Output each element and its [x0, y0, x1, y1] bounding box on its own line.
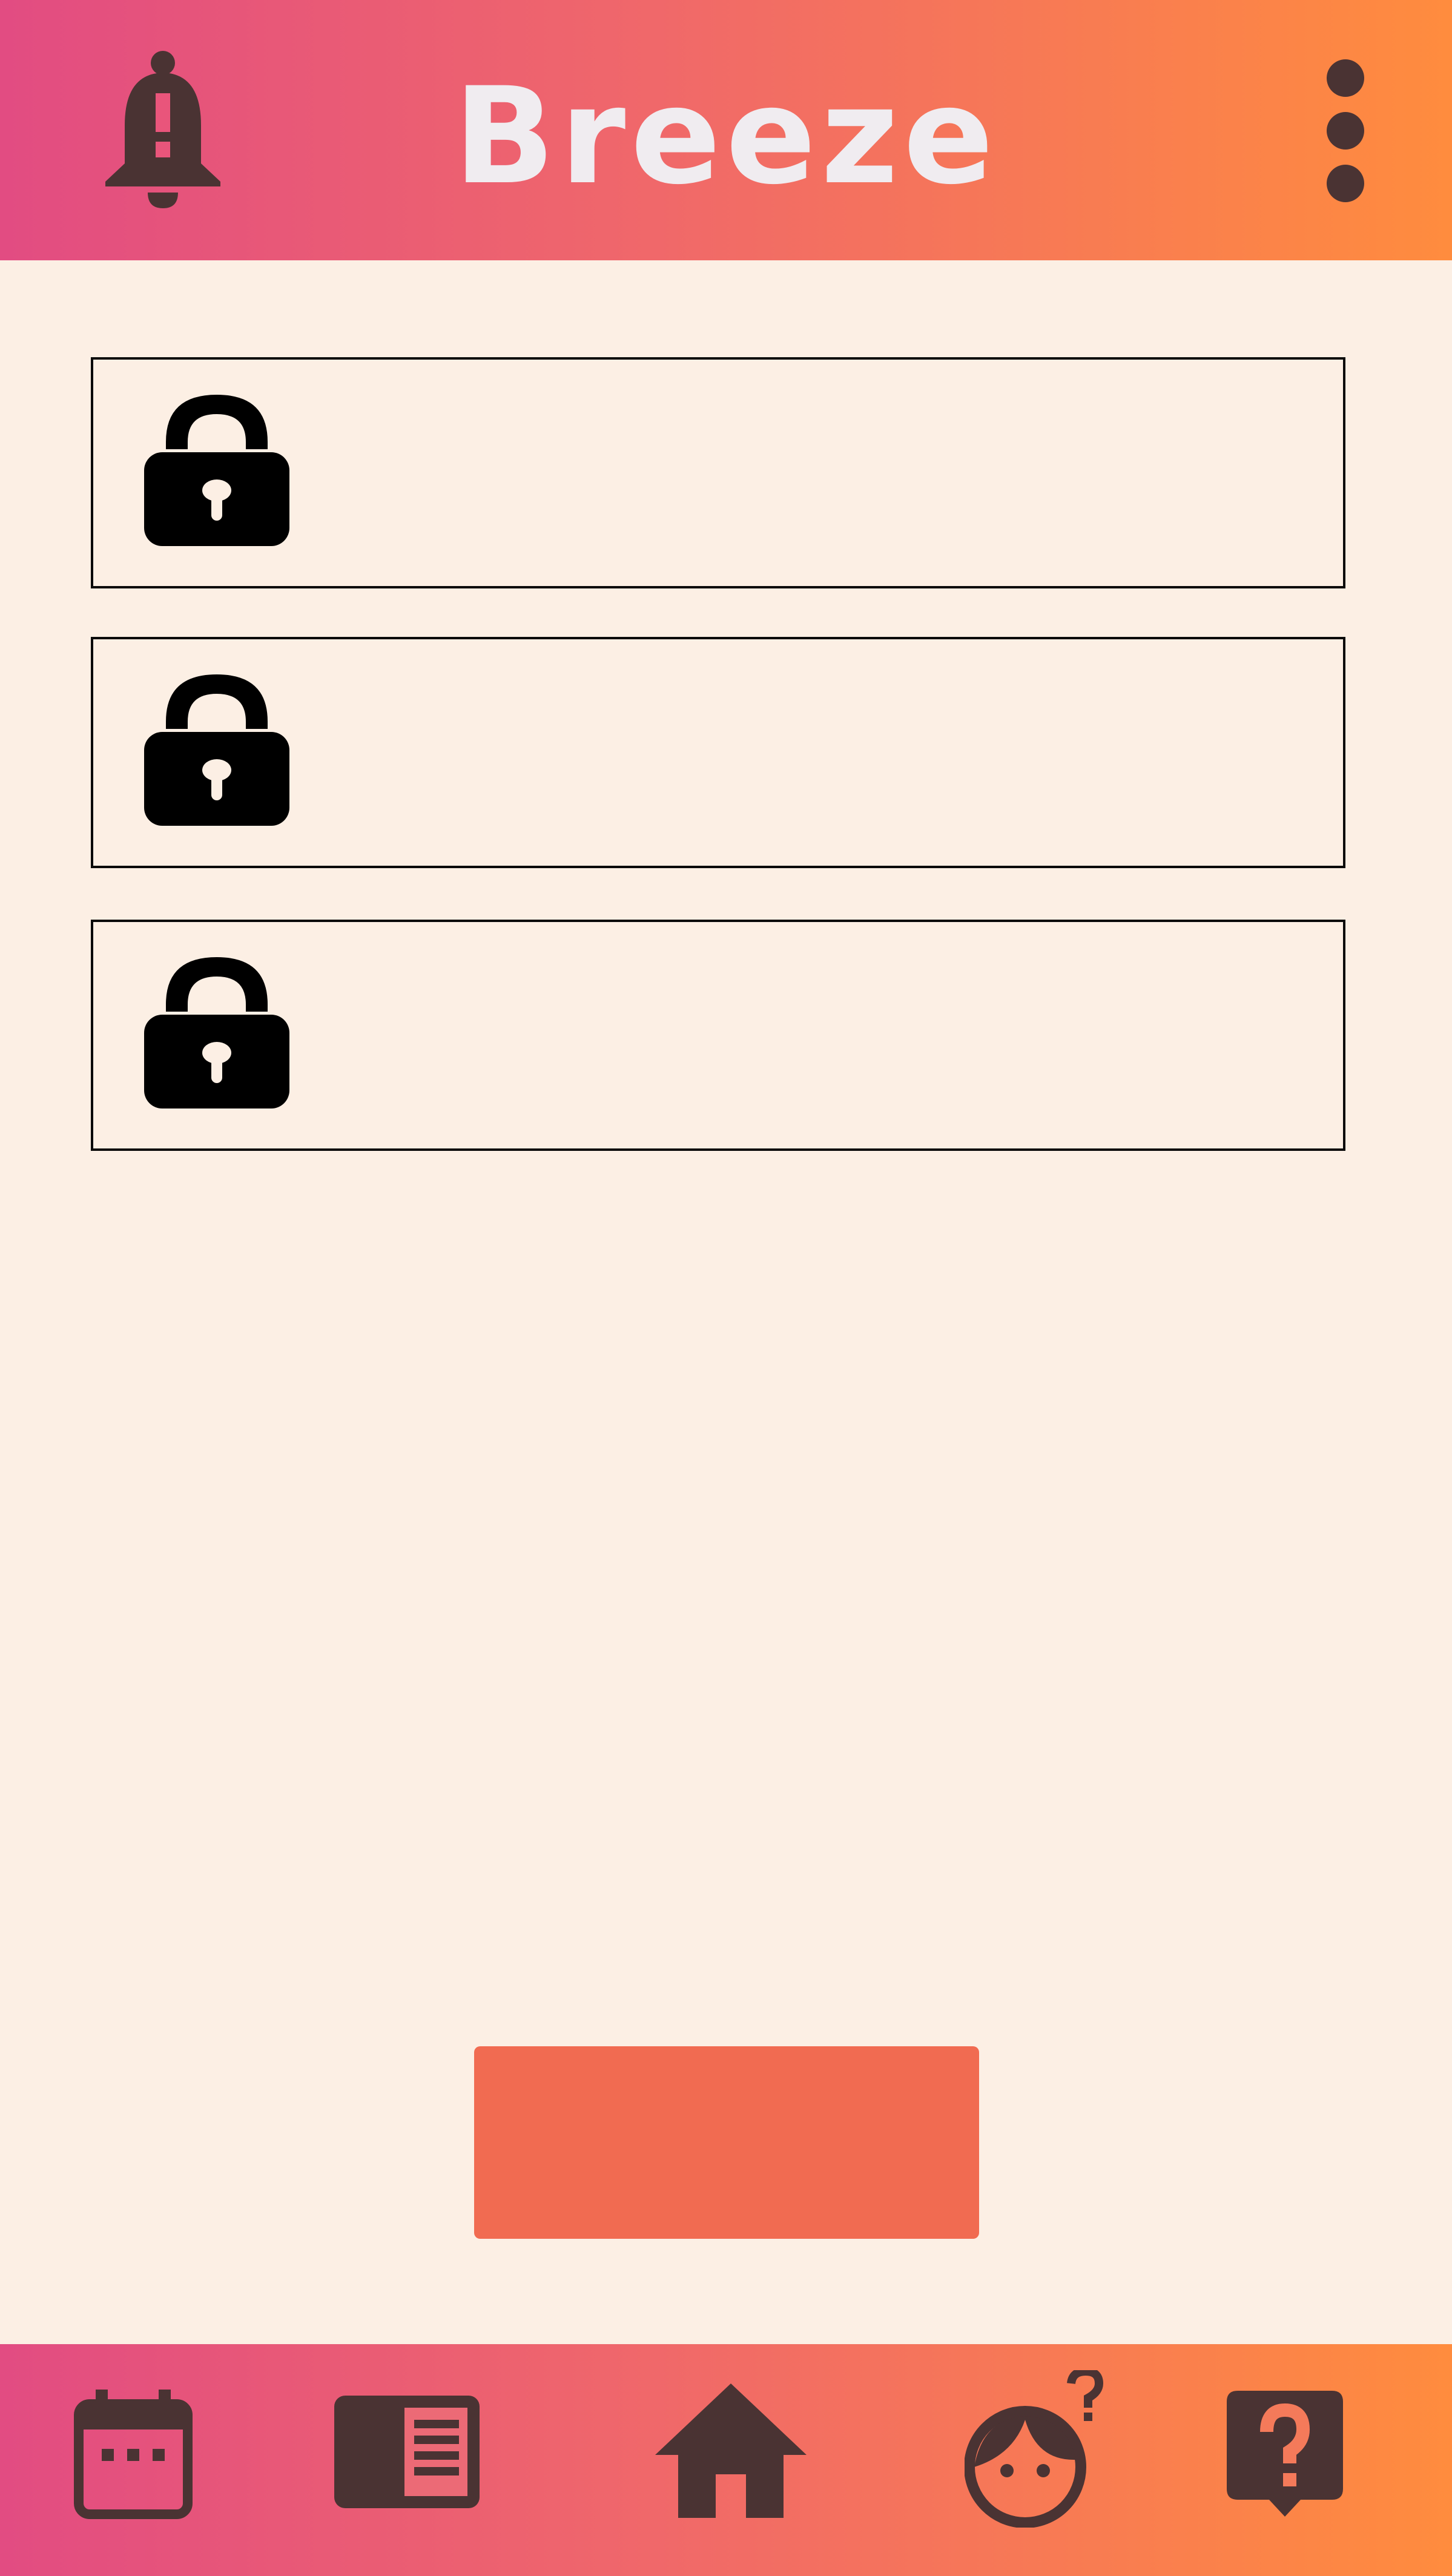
- overflow-menu-button[interactable]: [1324, 58, 1367, 203]
- nav-home[interactable]: [655, 2383, 807, 2518]
- lock-icon: [144, 395, 289, 546]
- nav-help[interactable]: [1227, 2391, 1343, 2522]
- nav-calendar[interactable]: [74, 2390, 193, 2519]
- top-app-bar: Breeze: [0, 0, 1452, 260]
- bottom-navigation-bar: [0, 2344, 1452, 2576]
- kebab-menu-icon: [1327, 59, 1364, 202]
- locked-item-card[interactable]: [91, 920, 1345, 1151]
- newspaper-icon: [334, 2396, 480, 2508]
- nav-profile-help[interactable]: [965, 2370, 1110, 2528]
- locked-item-card[interactable]: [91, 637, 1345, 868]
- calendar-icon: [74, 2390, 193, 2519]
- lock-icon: [144, 957, 289, 1108]
- app-title: Breeze: [454, 59, 998, 214]
- person-question-icon: [965, 2370, 1104, 2528]
- home-icon: [655, 2383, 807, 2518]
- primary-action-button[interactable]: [474, 2046, 979, 2239]
- help-chat-icon: [1227, 2391, 1343, 2517]
- locked-item-card[interactable]: [91, 357, 1345, 588]
- nav-news[interactable]: [334, 2396, 480, 2508]
- lock-icon: [144, 674, 289, 826]
